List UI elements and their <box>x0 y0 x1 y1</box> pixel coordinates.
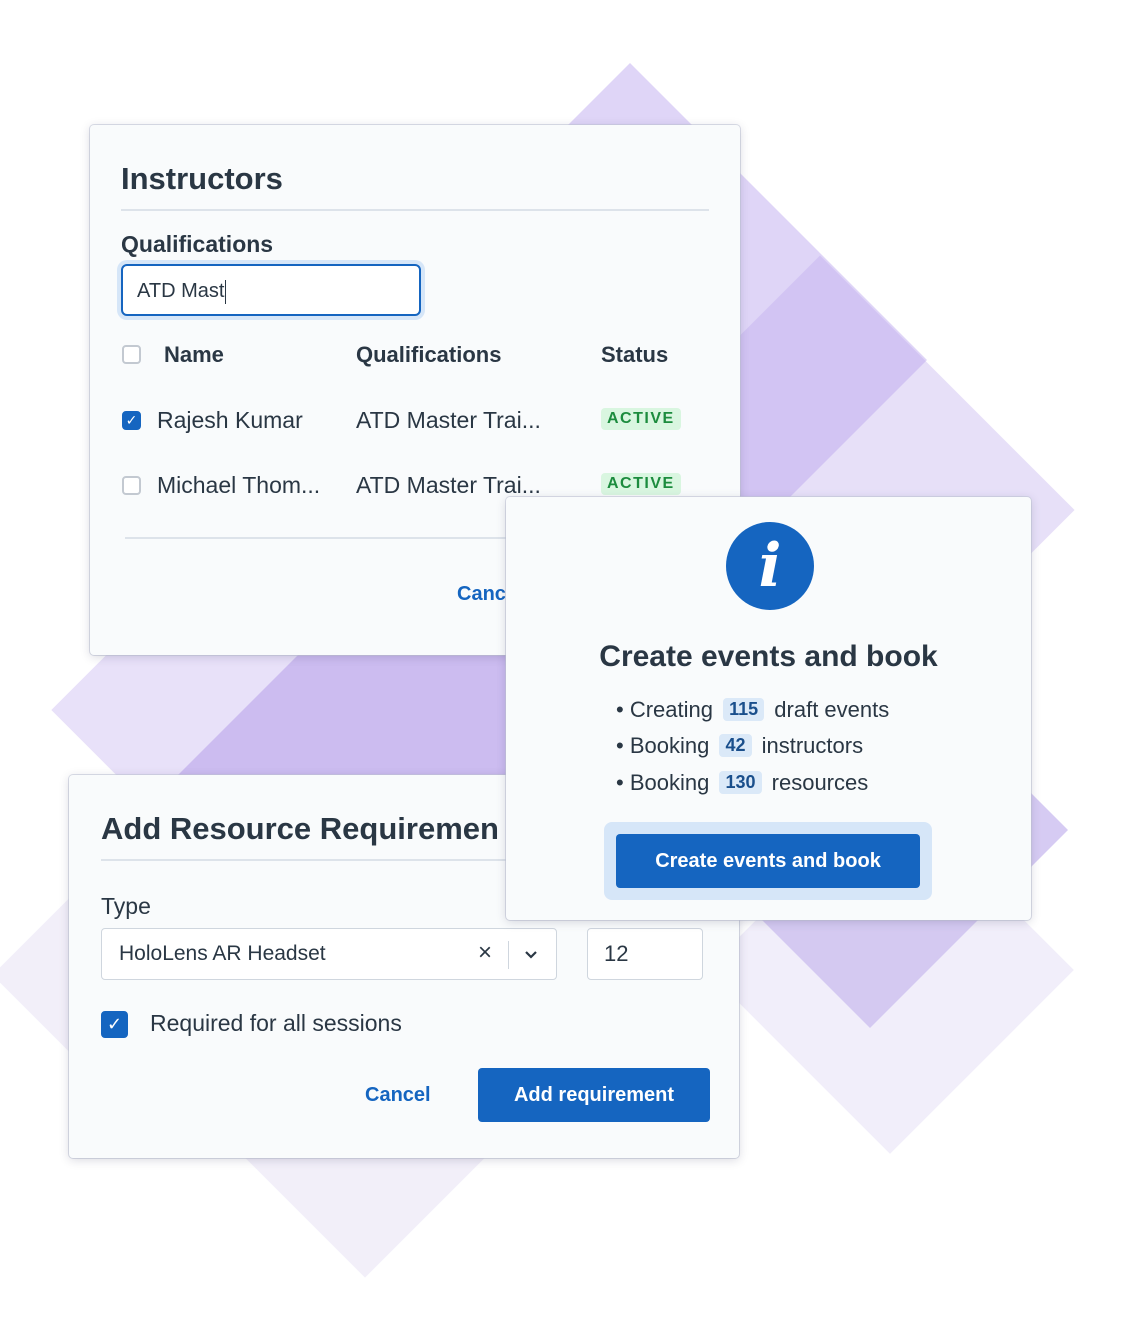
instructor-name: Rajesh Kumar <box>157 407 303 433</box>
count-badge: 130 <box>719 771 762 794</box>
instructor-qualification: ATD Master Trai... <box>356 407 541 433</box>
instructors-title: Instructors <box>121 161 283 196</box>
instructor-qualification: ATD Master Trai... <box>356 472 541 498</box>
instructor-name: Michael Thom... <box>157 472 321 498</box>
count-badge: 42 <box>719 734 752 757</box>
bullet: • <box>616 770 630 795</box>
cancel-button[interactable]: Canc <box>457 583 506 606</box>
column-header-status[interactable]: Status <box>601 342 668 368</box>
title-divider <box>121 209 709 211</box>
type-select[interactable]: HoloLens AR Headset × <box>101 928 557 980</box>
status-badge: ACTIVE <box>601 408 681 430</box>
item-prefix: Creating <box>629 697 713 722</box>
column-header-qualifications[interactable]: Qualifications <box>356 342 501 368</box>
bullet: • <box>616 733 630 758</box>
text-caret <box>225 279 227 304</box>
status-badge: ACTIVE <box>601 473 681 495</box>
row-checkbox[interactable]: ✓ <box>122 411 141 430</box>
select-separator <box>508 941 509 969</box>
list-item: • Creating 115 draft events <box>616 697 889 723</box>
item-suffix: draft events <box>774 697 890 722</box>
required-all-sessions-checkbox[interactable]: ✓ <box>101 1011 128 1038</box>
chevron-down-icon[interactable] <box>523 948 539 962</box>
add-requirement-button[interactable]: Add requirement <box>478 1068 710 1122</box>
clear-icon[interactable]: × <box>478 939 492 967</box>
list-item: • Booking 42 instructors <box>616 733 863 759</box>
item-suffix: resources <box>771 770 869 795</box>
search-input-value: ATD Mast <box>137 280 225 302</box>
create-events-and-book-button[interactable]: Create events and book <box>616 834 920 888</box>
list-item: • Booking 130 resources <box>616 770 868 796</box>
type-field-label: Type <box>101 893 151 919</box>
column-header-name[interactable]: Name <box>164 342 224 368</box>
bullet: • <box>616 697 630 722</box>
count-badge: 115 <box>723 698 765 721</box>
qualifications-search-input[interactable]: ATD Mast <box>121 264 421 316</box>
resource-card-title: Add Resource Requiremen <box>101 811 499 846</box>
required-all-sessions-label: Required for all sessions <box>150 1010 402 1036</box>
quantity-input[interactable]: 12 <box>587 928 703 980</box>
row-checkbox[interactable] <box>122 476 141 495</box>
item-prefix: Booking <box>629 733 710 758</box>
select-all-checkbox[interactable] <box>122 345 141 364</box>
info-icon: i <box>726 522 814 610</box>
cancel-button[interactable]: Cancel <box>365 1084 431 1107</box>
item-suffix: instructors <box>761 733 864 758</box>
modal-title: Create events and book <box>599 640 938 673</box>
qualifications-filter-label: Qualifications <box>121 231 274 257</box>
item-prefix: Booking <box>629 770 710 795</box>
type-select-value: HoloLens AR Headset <box>119 942 326 965</box>
create-events-modal: i Create events and book • Creating 115 … <box>506 497 1031 920</box>
